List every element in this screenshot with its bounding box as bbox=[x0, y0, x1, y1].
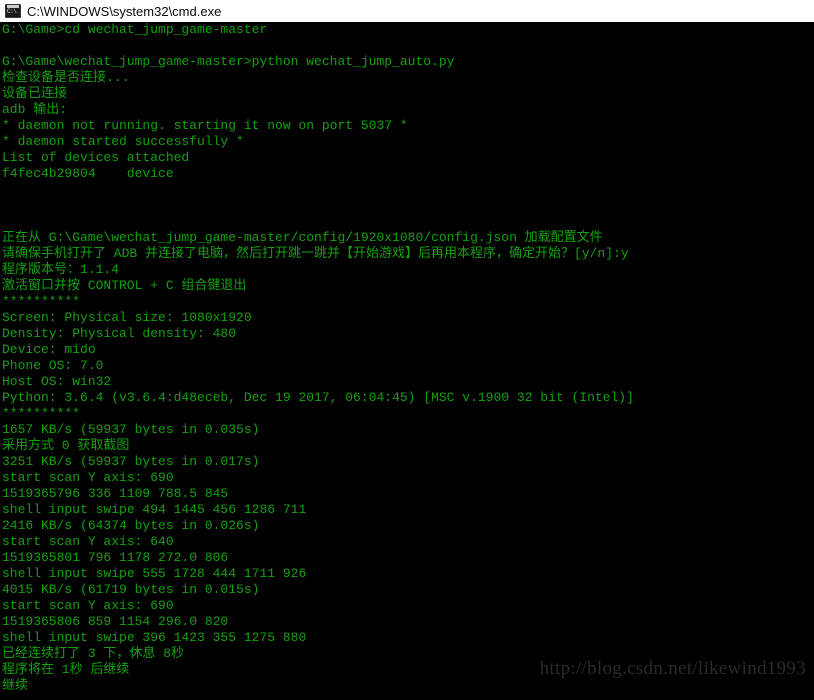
cmd-console-icon bbox=[5, 4, 21, 18]
console-line: * daemon started successfully * bbox=[2, 134, 244, 149]
console-line: start scan Y axis: 690 bbox=[2, 598, 174, 613]
console-line: 1519365806 859 1154 296.0 820 bbox=[2, 614, 229, 629]
console-line: shell input swipe 494 1445 456 1286 711 bbox=[2, 502, 307, 517]
window-titlebar: C:\WINDOWS\system32\cmd.exe bbox=[0, 0, 814, 22]
console-line: 继续 bbox=[2, 678, 29, 693]
console-line: Host OS: win32 bbox=[2, 374, 112, 389]
console-line: 1657 KB/s (59937 bytes in 0.035s) bbox=[2, 422, 260, 437]
console-output-area[interactable]: G:\Game>cd wechat_jump_game-master G:\Gam… bbox=[0, 22, 814, 700]
console-line: Phone OS: 7.0 bbox=[2, 358, 104, 373]
console-line: 4015 KB/s (61719 bytes in 0.015s) bbox=[2, 582, 260, 597]
console-line: G:\Game>cd wechat_jump_game-master bbox=[2, 22, 268, 37]
console-line-list: G:\Game>cd wechat_jump_game-master G:\Gam… bbox=[2, 22, 814, 694]
console-line: shell input swipe 555 1728 444 1711 926 bbox=[2, 566, 307, 581]
console-line: Screen: Physical size: 1080x1920 bbox=[2, 310, 252, 325]
console-line: 程序将在 1秒 后继续 bbox=[2, 662, 130, 677]
console-line: ********** bbox=[2, 406, 81, 421]
console-line: 3251 KB/s (59937 bytes in 0.017s) bbox=[2, 454, 260, 469]
console-line: start scan Y axis: 690 bbox=[2, 470, 174, 485]
console-line: 设备已连接 bbox=[2, 86, 68, 101]
window-title: C:\WINDOWS\system32\cmd.exe bbox=[27, 3, 222, 19]
console-line: 采用方式 0 获取截图 bbox=[2, 438, 130, 453]
console-line: 请确保手机打开了 ADB 并连接了电脑，然后打开跳一跳并【开始游戏】后再用本程序… bbox=[2, 246, 629, 261]
console-line: shell input swipe 396 1423 355 1275 880 bbox=[2, 630, 307, 645]
console-line: 已经连续打了 3 下，休息 8秒 bbox=[2, 646, 185, 661]
console-line: Python: 3.6.4 (v3.6.4:d48eceb, Dec 19 20… bbox=[2, 390, 634, 405]
console-line: * daemon not running. starting it now on… bbox=[2, 118, 408, 133]
console-line: 程序版本号：1.1.4 bbox=[2, 262, 120, 277]
console-line: Device: mido bbox=[2, 342, 96, 357]
console-line: ********** bbox=[2, 294, 81, 309]
console-line: Density: Physical density: 480 bbox=[2, 326, 237, 341]
console-line: f4fec4b29804 device bbox=[2, 166, 174, 181]
console-line: 检查设备是否连接... bbox=[2, 70, 130, 85]
console-line: adb 输出: bbox=[2, 102, 68, 117]
cmd-window: C:\WINDOWS\system32\cmd.exe G:\Game>cd w… bbox=[0, 0, 814, 700]
console-line: 1519365796 336 1109 788.5 845 bbox=[2, 486, 229, 501]
console-line: 正在从 G:\Game\wechat_jump_game-master/conf… bbox=[2, 230, 603, 245]
console-line: 1519365801 796 1178 272.0 806 bbox=[2, 550, 229, 565]
console-line: List of devices attached bbox=[2, 150, 190, 165]
console-line: start scan Y axis: 640 bbox=[2, 534, 174, 549]
console-line: 2416 KB/s (64374 bytes in 0.026s) bbox=[2, 518, 260, 533]
console-line: 激活窗口并按 CONTROL + C 组合键退出 bbox=[2, 278, 247, 293]
console-line: G:\Game\wechat_jump_game-master>python w… bbox=[2, 54, 455, 69]
